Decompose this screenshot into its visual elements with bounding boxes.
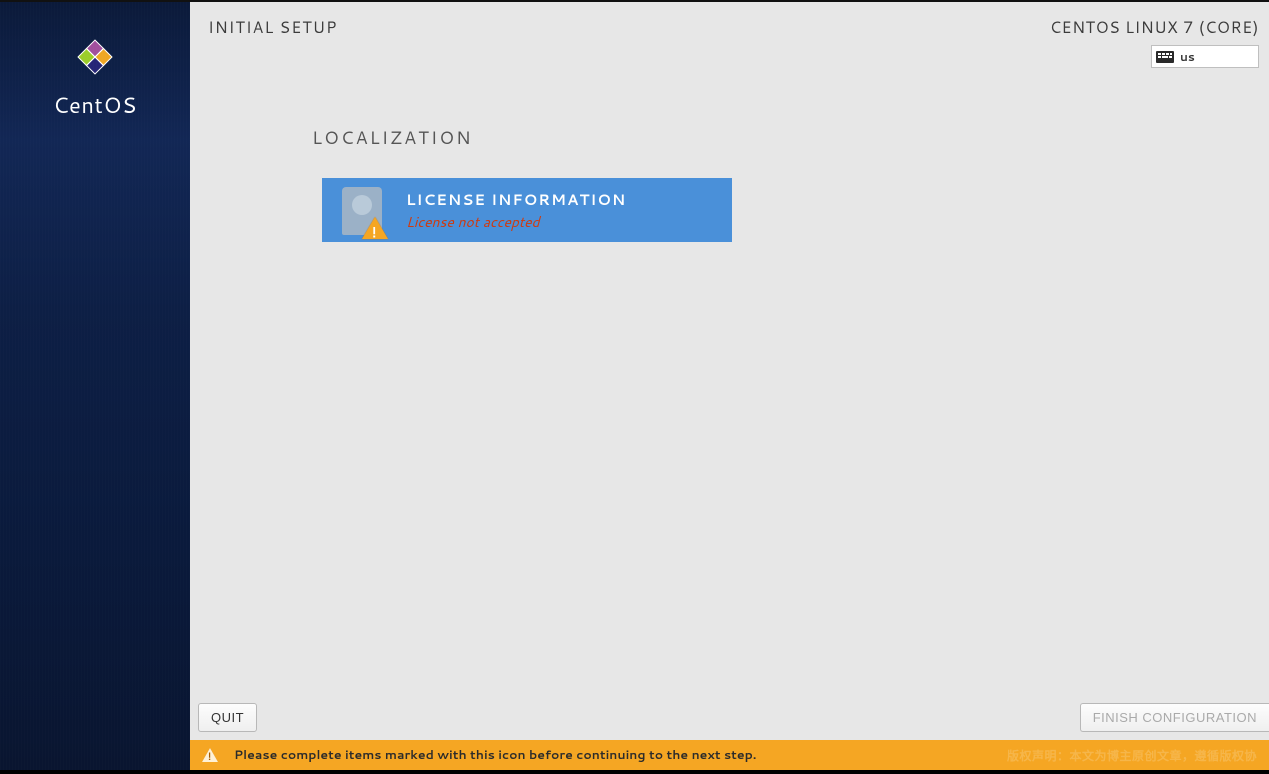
watermark-text: 版权声明：本文为博主原创文章，遵循版权协 [1007, 747, 1257, 764]
main-panel: INITIAL SETUP CENTOS LINUX 7 (CORE) us L… [190, 2, 1269, 770]
content-area: LOCALIZATION LICENSE INFORMATION License… [190, 68, 1269, 694]
section-title-localization: LOCALIZATION [312, 124, 1269, 150]
warning-icon [362, 217, 388, 239]
page-title: INITIAL SETUP [208, 16, 337, 39]
footer-button-bar: QUIT FINISH CONFIGURATION [190, 694, 1269, 740]
spoke-text-group: LICENSE INFORMATION License not accepted [406, 189, 626, 232]
spoke-status: License not accepted [406, 212, 626, 232]
info-bar-message: Please complete items marked with this i… [234, 746, 756, 764]
centos-logo-icon [72, 34, 118, 80]
brand-block: CentOS [0, 34, 190, 121]
header: INITIAL SETUP CENTOS LINUX 7 (CORE) us [190, 2, 1269, 68]
keyboard-layout-indicator[interactable]: us [1151, 45, 1259, 68]
license-icon [338, 185, 388, 235]
sidebar: CentOS [0, 2, 190, 770]
info-bar-left: Please complete items marked with this i… [202, 746, 756, 764]
warning-info-bar: Please complete items marked with this i… [190, 740, 1269, 770]
header-right: CENTOS LINUX 7 (CORE) us [1050, 16, 1259, 68]
quit-button[interactable]: QUIT [198, 703, 257, 732]
distro-label: CENTOS LINUX 7 (CORE) [1050, 16, 1259, 39]
finish-configuration-button[interactable]: FINISH CONFIGURATION [1080, 703, 1269, 732]
brand-name: CentOS [53, 90, 137, 121]
spoke-license-information[interactable]: LICENSE INFORMATION License not accepted [322, 178, 732, 242]
spoke-title: LICENSE INFORMATION [406, 189, 626, 210]
keyboard-icon [1156, 51, 1174, 63]
keyboard-layout-code: us [1180, 48, 1195, 65]
warning-triangle-icon [202, 748, 218, 762]
